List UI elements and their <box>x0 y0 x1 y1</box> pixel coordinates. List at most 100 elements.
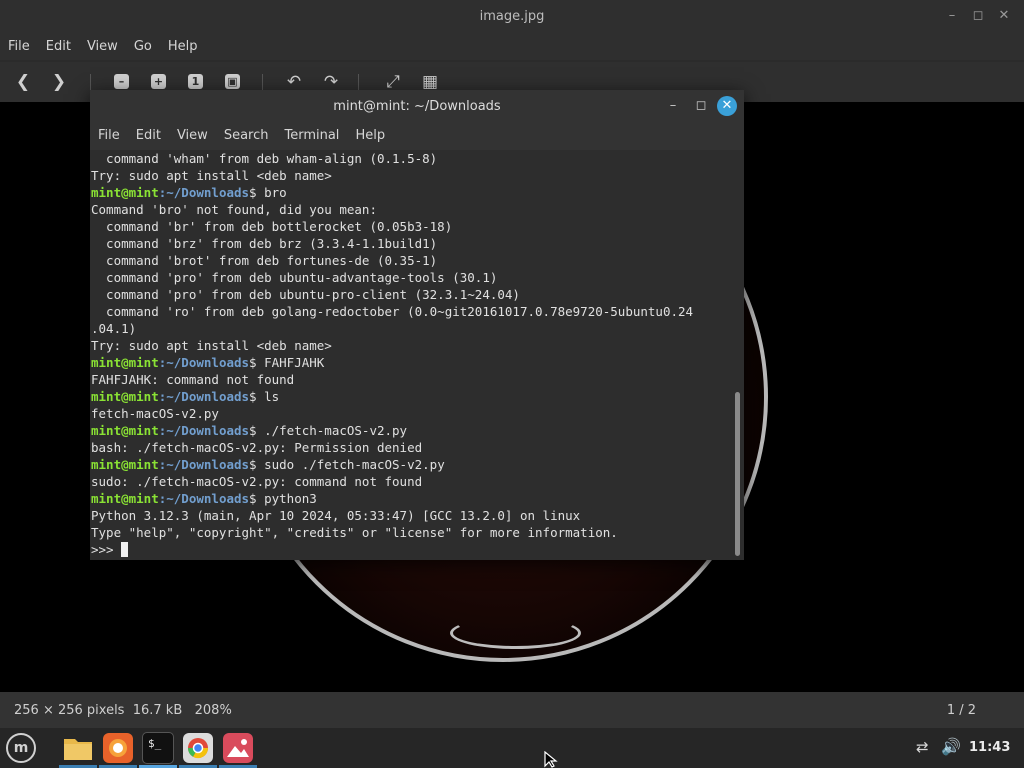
output-text: Python 3.12.3 (main, Apr 10 2024, 05:33:… <box>91 508 581 523</box>
terminal-lines: command 'wham' from deb wham-align (0.1.… <box>91 150 693 558</box>
prompt-path: :~/Downloads <box>158 423 250 438</box>
taskbar: m $_ ⇄ 🔊 11:43 <box>0 728 1024 768</box>
image-info: 256 × 256 pixels 16.7 kB 208% <box>14 703 232 718</box>
text-cursor <box>121 542 129 557</box>
terminal-line: fetch-macOS-v2.py <box>91 405 693 422</box>
prompt-user: mint@mint <box>91 389 159 404</box>
terminal-line: command 'ro' from deb golang-redoctober … <box>91 303 693 320</box>
output-text: bash: ./fetch-macOS-v2.py: Permission de… <box>91 440 423 455</box>
terminal-line: mint@mint:~/Downloads$ ./fetch-macOS-v2.… <box>91 422 693 439</box>
terminal-line: command 'brz' from deb brz (3.3.4-1.1bui… <box>91 235 693 252</box>
terminal-titlebar[interactable]: mint@mint: ~/Downloads – ◻ ✕ <box>90 90 744 122</box>
terminal-line: Try: sudo apt install <deb name> <box>91 167 693 184</box>
terminal-line: command 'brot' from deb fortunes-de (0.3… <box>91 252 693 269</box>
image-viewer-icon[interactable] <box>222 732 254 764</box>
terminal-menu-search[interactable]: Search <box>216 122 277 143</box>
minimize-icon[interactable]: – <box>942 8 962 26</box>
output-text: command 'pro' from deb ubuntu-pro-client… <box>91 287 520 302</box>
prompt-path: :~/Downloads <box>158 389 250 404</box>
terminal-line: >>> <box>91 541 693 558</box>
terminal-menu-file[interactable]: File <box>90 122 128 143</box>
output-text: fetch-macOS-v2.py <box>91 406 219 421</box>
back-icon[interactable]: ❮ <box>12 71 34 93</box>
prompt-command: $ ./fetch-macOS-v2.py <box>249 423 408 438</box>
terminal-close-icon[interactable]: ✕ <box>717 96 737 116</box>
prompt-user: mint@mint <box>91 185 159 200</box>
terminal-line: mint@mint:~/Downloads$ python3 <box>91 490 693 507</box>
terminal-line: command 'pro' from deb ubuntu-pro-client… <box>91 286 693 303</box>
terminal-title: mint@mint: ~/Downloads <box>333 99 501 114</box>
prompt-command: $ bro <box>249 185 287 200</box>
terminal-menu-help[interactable]: Help <box>347 122 393 143</box>
terminal-line: Python 3.12.3 (main, Apr 10 2024, 05:33:… <box>91 507 693 524</box>
menu-help[interactable]: Help <box>160 34 206 54</box>
terminal-line: bash: ./fetch-macOS-v2.py: Permission de… <box>91 439 693 456</box>
terminal-menu-terminal[interactable]: Terminal <box>276 122 347 143</box>
prompt-path: :~/Downloads <box>158 457 250 472</box>
terminal-line: Try: sudo apt install <deb name> <box>91 337 693 354</box>
output-text: sudo: ./fetch-macOS-v2.py: command not f… <box>91 474 423 489</box>
output-text: FAHFJAHK: command not found <box>91 372 295 387</box>
close-icon[interactable]: ✕ <box>994 8 1014 26</box>
output-text: Try: sudo apt install <deb name> <box>91 168 332 183</box>
output-text: Command 'bro' not found, did you mean: <box>91 202 377 217</box>
displayed-image-detail <box>450 617 581 649</box>
terminal-line: command 'pro' from deb ubuntu-advantage-… <box>91 269 693 286</box>
prompt-user: mint@mint <box>91 457 159 472</box>
terminal-line: command 'br' from deb bottlerocket (0.05… <box>91 218 693 235</box>
prompt-command: $ FAHFJAHK <box>249 355 325 370</box>
output-text: command 'br' from deb bottlerocket (0.05… <box>91 219 453 234</box>
menu-file[interactable]: File <box>0 34 38 54</box>
firefox-icon[interactable] <box>102 732 134 764</box>
network-icon[interactable]: ⇄ <box>916 738 936 758</box>
file-manager-icon[interactable] <box>62 732 94 764</box>
maximize-icon[interactable]: ◻ <box>968 8 988 26</box>
window-title: image.jpg <box>479 9 545 24</box>
output-text: .04.1) <box>91 321 137 336</box>
terminal-line: .04.1) <box>91 320 693 337</box>
clock[interactable]: 11:43 <box>969 740 1010 755</box>
menu-view[interactable]: View <box>79 34 126 54</box>
output-text: >>> <box>91 542 122 557</box>
output-text: Type "help", "copyright", "credits" or "… <box>91 525 618 540</box>
prompt-command: $ ls <box>249 389 280 404</box>
viewer-statusbar: 256 × 256 pixels 16.7 kB 208% 1 / 2 <box>0 692 1024 728</box>
prompt-user: mint@mint <box>91 355 159 370</box>
terminal-menu-edit[interactable]: Edit <box>128 122 169 143</box>
prompt-path: :~/Downloads <box>158 185 250 200</box>
terminal-menu-view[interactable]: View <box>169 122 216 143</box>
output-text: command 'pro' from deb ubuntu-advantage-… <box>91 270 498 285</box>
terminal-scrollbar[interactable] <box>735 392 740 556</box>
terminal-line: mint@mint:~/Downloads$ bro <box>91 184 693 201</box>
terminal-icon[interactable]: $_ <box>142 732 174 764</box>
zoom-in-icon[interactable]: + <box>151 74 166 89</box>
zoom-out-icon[interactable]: – <box>114 74 129 89</box>
zoom-normal-icon[interactable]: 1 <box>188 74 203 89</box>
terminal-line: Type "help", "copyright", "credits" or "… <box>91 524 693 541</box>
viewer-titlebar: image.jpg – ◻ ✕ <box>0 0 1024 34</box>
terminal-line: mint@mint:~/Downloads$ sudo ./fetch-macO… <box>91 456 693 473</box>
prompt-path: :~/Downloads <box>158 355 250 370</box>
chrome-icon[interactable] <box>182 732 214 764</box>
viewer-menubar: File Edit View Go Help <box>0 34 1024 60</box>
prompt-path: :~/Downloads <box>158 491 250 506</box>
prompt-user: mint@mint <box>91 423 159 438</box>
mouse-pointer-icon <box>544 751 558 768</box>
zoom-fit-icon[interactable]: ▣ <box>225 74 240 89</box>
prompt-command: $ sudo ./fetch-macOS-v2.py <box>249 457 445 472</box>
menu-go[interactable]: Go <box>126 34 160 54</box>
terminal-output[interactable]: command 'wham' from deb wham-align (0.1.… <box>90 150 744 560</box>
output-text: command 'brot' from deb fortunes-de (0.3… <box>91 253 438 268</box>
terminal-window[interactable]: mint@mint: ~/Downloads – ◻ ✕ File Edit Vie… <box>90 90 744 560</box>
output-text: Try: sudo apt install <deb name> <box>91 338 332 353</box>
terminal-line: Command 'bro' not found, did you mean: <box>91 201 693 218</box>
output-text: command 'wham' from deb wham-align (0.1.… <box>91 151 438 166</box>
terminal-menubar: File Edit View Search Terminal Help <box>90 122 744 150</box>
menu-button[interactable]: m <box>6 733 36 763</box>
terminal-minimize-icon[interactable]: – <box>663 98 683 116</box>
menu-edit[interactable]: Edit <box>38 34 79 54</box>
terminal-maximize-icon[interactable]: ◻ <box>691 98 711 116</box>
prompt-command: $ python3 <box>249 491 317 506</box>
volume-icon[interactable]: 🔊 <box>941 737 963 757</box>
forward-icon[interactable]: ❯ <box>48 71 70 93</box>
